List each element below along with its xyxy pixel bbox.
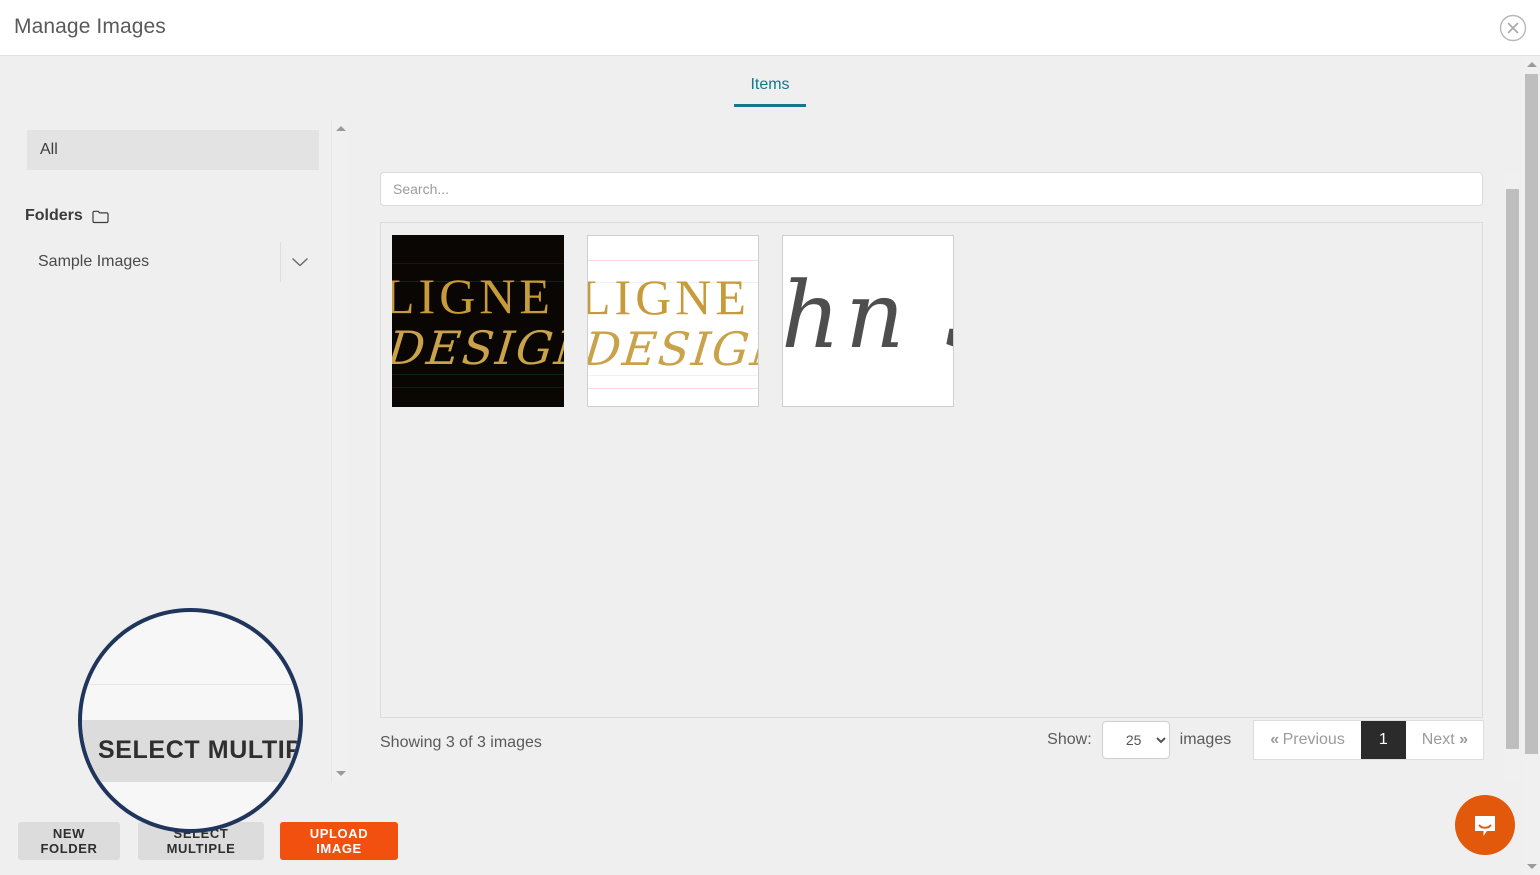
tab-items[interactable]: Items	[734, 72, 805, 107]
next-page-button[interactable]: Next »	[1406, 721, 1483, 759]
search-input[interactable]	[380, 172, 1483, 206]
image-thumbnail[interactable]: hn Sm	[782, 235, 954, 407]
magnifier-label: SELECT MULTIPLE	[98, 736, 303, 765]
images-label: images	[1180, 731, 1232, 749]
thumbnail-artwork-white: LIGNE DESIGN	[588, 236, 758, 406]
content-pane: LIGNE DESIGN LIGNE DESIGN	[360, 172, 1504, 782]
magnifier-hairline	[82, 684, 299, 685]
folder-name-label: Sample Images	[27, 253, 280, 271]
thumbnail-artwork-signature: hn Sm	[783, 236, 953, 406]
previous-label: Previous	[1283, 731, 1345, 748]
folder-icon	[92, 209, 109, 224]
image-grid: LIGNE DESIGN LIGNE DESIGN	[380, 222, 1483, 718]
chat-launcher-button[interactable]	[1455, 795, 1515, 855]
page-number-1[interactable]: 1	[1361, 721, 1406, 759]
close-icon[interactable]	[1498, 13, 1528, 43]
folders-heading-label: Folders	[25, 207, 83, 225]
upload-image-button[interactable]: UPLOAD IMAGE	[280, 822, 398, 860]
pagination: « Previous 1 Next »	[1253, 720, 1484, 760]
page-title: Manage Images	[14, 15, 166, 39]
results-count: Showing 3 of 3 images	[380, 734, 542, 752]
double-chevron-right-icon: »	[1459, 731, 1467, 748]
chat-bubble-icon	[1470, 810, 1500, 840]
image-thumbnail[interactable]: LIGNE DESIGN	[587, 235, 759, 407]
folders-heading: Folders	[25, 207, 109, 225]
chevron-down-icon[interactable]	[281, 256, 319, 268]
content-scrollbar[interactable]	[1504, 172, 1521, 782]
content-scrollbar-thumb[interactable]	[1506, 189, 1519, 749]
search-bar	[380, 172, 1483, 222]
thumbnail-list: LIGNE DESIGN LIGNE DESIGN	[392, 235, 954, 407]
show-label: Show:	[1047, 731, 1091, 749]
new-folder-button[interactable]: NEW FOLDER	[18, 822, 120, 860]
image-thumbnail[interactable]: LIGNE DESIGN	[392, 235, 564, 407]
next-label: Next	[1422, 731, 1455, 748]
page-scrollbar-thumb[interactable]	[1525, 74, 1538, 754]
artwork-signature: hn Sm	[783, 262, 953, 369]
artwork-line1: LIGNE	[588, 268, 750, 326]
page-scroll-up-icon[interactable]	[1523, 56, 1540, 73]
folder-pane-scrollbar[interactable]	[331, 120, 348, 782]
magnifier-annotation: SELECT MULTIPLE	[78, 608, 303, 833]
thumbnail-artwork-black: LIGNE DESIGN	[392, 235, 564, 407]
modal-header: Manage Images	[0, 0, 1540, 56]
previous-page-button[interactable]: « Previous	[1254, 721, 1361, 759]
artwork-line1: LIGNE	[392, 267, 554, 325]
triangle-down-icon[interactable]	[332, 765, 349, 782]
sidebar-item-all[interactable]: All	[27, 130, 319, 170]
tab-bar: Items	[0, 72, 1540, 112]
pagination-area: Show: 25 images « Previous 1 Next »	[1047, 720, 1484, 760]
page-scrollbar[interactable]	[1523, 56, 1540, 875]
triangle-up-icon[interactable]	[332, 120, 349, 137]
artwork-line2: DESIGN	[588, 322, 758, 376]
sidebar-item-sample-images[interactable]: Sample Images	[27, 242, 319, 282]
double-chevron-left-icon: «	[1270, 731, 1278, 748]
page-size-select[interactable]: 25	[1102, 721, 1170, 759]
artwork-line2: DESIGN	[392, 321, 564, 375]
page-scroll-down-icon[interactable]	[1523, 858, 1540, 875]
